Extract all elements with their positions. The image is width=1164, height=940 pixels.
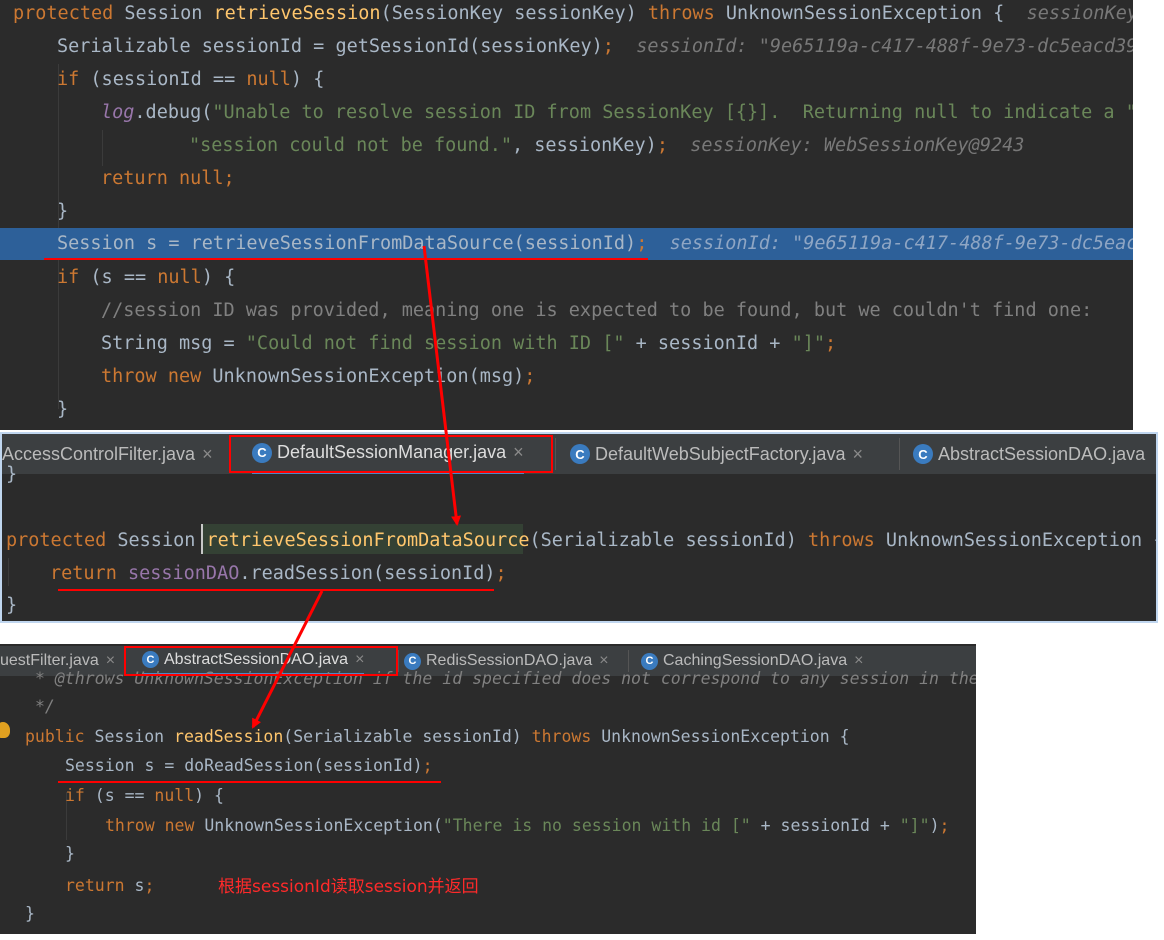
arrow bbox=[251, 590, 324, 729]
arrow-overlay bbox=[251, 245, 462, 729]
arrow bbox=[422, 245, 462, 526]
